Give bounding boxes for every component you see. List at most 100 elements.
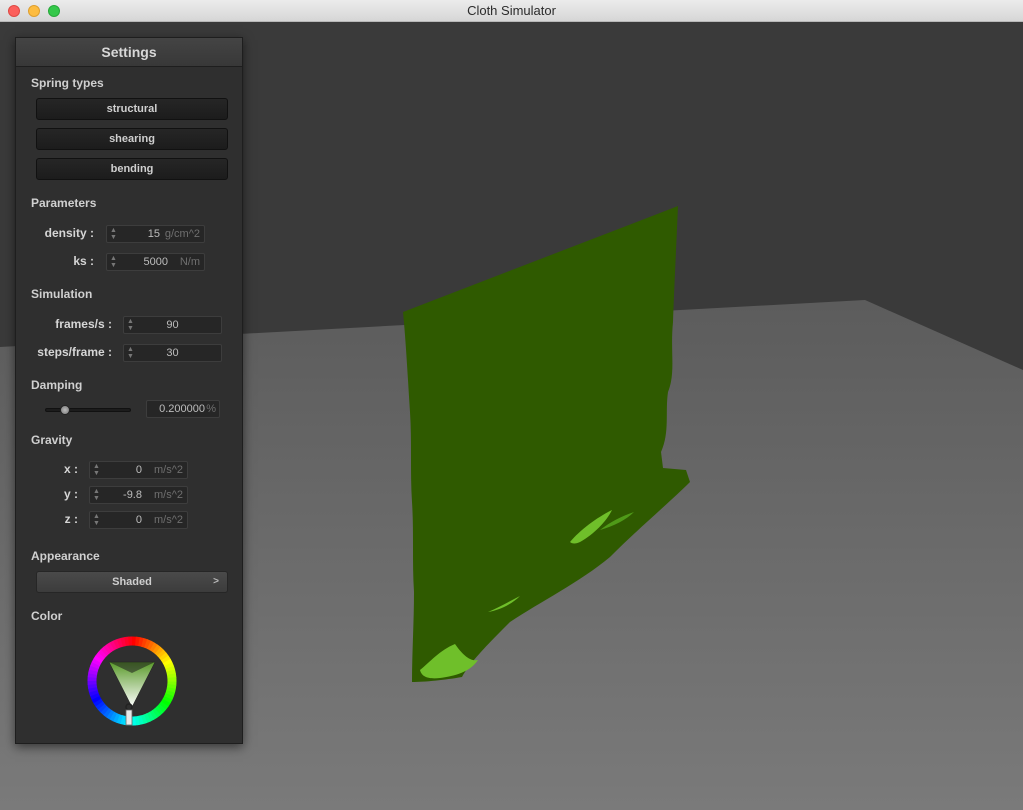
hue-segment[interactable] — [158, 701, 169, 711]
gravity-y-input[interactable]: ▲ ▼ -9.8 m/s^2 — [89, 486, 188, 504]
hue-segment[interactable] — [159, 652, 169, 662]
hue-segment[interactable] — [97, 703, 107, 713]
hue-segment[interactable] — [154, 646, 164, 657]
shearing-button[interactable]: shearing — [36, 128, 228, 150]
gravity-z-input[interactable]: ▲ ▼ 0 m/s^2 — [89, 511, 188, 529]
hue-segment[interactable] — [166, 687, 176, 694]
panel-title[interactable]: Settings — [16, 38, 242, 67]
gravity-x-unit: m/s^2 — [154, 464, 183, 476]
hue-segment[interactable] — [135, 636, 141, 647]
hue-segment[interactable] — [116, 637, 124, 648]
hue-segment[interactable] — [93, 655, 104, 664]
gravity-y-label: y : — [63, 487, 78, 501]
hue-segment[interactable] — [89, 692, 100, 700]
hue-segment[interactable] — [95, 651, 106, 661]
hue-segment[interactable] — [140, 714, 148, 725]
ks-label: ks : — [73, 254, 94, 268]
hue-segment[interactable] — [100, 646, 110, 656]
hue-segment[interactable] — [88, 668, 98, 675]
damping-slider-knob[interactable] — [60, 405, 70, 415]
gravity-heading: Gravity — [31, 433, 73, 447]
hue-segment[interactable] — [106, 709, 115, 720]
color-heading: Color — [31, 609, 63, 623]
gravity-z-spinner-icon[interactable]: ▲ ▼ — [93, 513, 100, 527]
hue-segment[interactable] — [141, 638, 148, 648]
damping-unit: % — [206, 403, 216, 415]
hue-segment[interactable] — [113, 638, 121, 649]
hue-segment[interactable] — [95, 700, 105, 710]
damping-input[interactable]: 0.200000 % — [146, 400, 220, 418]
hue-segment[interactable] — [87, 672, 98, 678]
hue-segment[interactable] — [102, 707, 112, 718]
density-label: density : — [44, 226, 94, 240]
hue-segment[interactable] — [97, 649, 108, 659]
bending-button[interactable]: bending — [36, 158, 228, 180]
structural-button[interactable]: structural — [36, 98, 228, 120]
hue-segment[interactable] — [162, 658, 173, 667]
gravity-x-value: 0 — [135, 464, 142, 476]
appearance-heading: Appearance — [31, 549, 100, 563]
hue-segment[interactable] — [90, 661, 101, 669]
hue-handle[interactable] — [125, 709, 133, 726]
gravity-z-label: z : — [64, 512, 78, 526]
hue-segment[interactable] — [103, 644, 113, 654]
hue-segment[interactable] — [163, 693, 174, 701]
hue-segment[interactable] — [161, 655, 171, 664]
hue-segment[interactable] — [165, 665, 176, 673]
spring-types-heading: Spring types — [31, 76, 104, 90]
hue-segment[interactable] — [156, 703, 167, 713]
hue-segment[interactable] — [119, 715, 126, 725]
hue-segment[interactable] — [146, 711, 155, 722]
hue-segment[interactable] — [166, 669, 176, 676]
hue-segment[interactable] — [160, 698, 171, 707]
chevron-right-icon: > — [213, 576, 219, 587]
hue-segment[interactable] — [112, 712, 120, 723]
hue-segment[interactable] — [165, 690, 175, 697]
hue-segment[interactable] — [109, 711, 118, 722]
color-wheel[interactable] — [86, 635, 178, 727]
gravity-y-value: -9.8 — [123, 489, 142, 501]
hue-segment[interactable] — [164, 662, 175, 670]
density-spinner-icon[interactable]: ▲ ▼ — [110, 227, 117, 241]
steps-per-frame-input[interactable]: ▲ ▼ 30 — [123, 344, 222, 362]
hue-segment[interactable] — [109, 640, 118, 651]
damping-heading: Damping — [31, 378, 83, 392]
hue-segment[interactable] — [91, 658, 102, 667]
hue-segment[interactable] — [100, 705, 110, 716]
damping-slider[interactable] — [45, 405, 131, 415]
hue-segment[interactable] — [162, 695, 173, 704]
gravity-z-value: 0 — [135, 514, 142, 526]
hue-segment[interactable] — [146, 640, 155, 651]
gravity-x-input[interactable]: ▲ ▼ 0 m/s^2 — [89, 461, 188, 479]
hue-segment[interactable] — [93, 698, 103, 707]
settings-panel: Settings Spring types structural shearin… — [15, 37, 243, 744]
hue-segment[interactable] — [138, 637, 145, 647]
hue-segment[interactable] — [157, 649, 167, 659]
window-title: Cloth Simulator — [467, 3, 556, 18]
hue-segment[interactable] — [152, 644, 162, 655]
title-bar: Cloth Simulator — [0, 0, 1023, 22]
hue-segment[interactable] — [137, 715, 144, 725]
ks-input[interactable]: ▲ ▼ 5000 N/m — [106, 253, 205, 271]
hue-segment[interactable] — [151, 708, 161, 718]
hue-segment[interactable] — [154, 706, 164, 716]
hue-segment[interactable] — [106, 642, 115, 652]
appearance-dropdown[interactable]: Shaded > — [36, 571, 228, 593]
hue-segment[interactable] — [144, 639, 152, 650]
hue-segment[interactable] — [143, 713, 151, 724]
gravity-y-spinner-icon[interactable]: ▲ ▼ — [93, 488, 100, 502]
steps-per-frame-value: 30 — [166, 347, 179, 359]
hue-segment[interactable] — [88, 686, 98, 693]
hue-segment[interactable] — [88, 689, 99, 697]
hue-segment[interactable] — [166, 684, 177, 690]
hue-segment[interactable] — [149, 710, 158, 720]
hue-segment[interactable] — [120, 637, 127, 647]
hue-segment[interactable] — [116, 714, 123, 724]
hue-segment[interactable] — [149, 642, 158, 653]
hue-segment[interactable] — [91, 695, 102, 704]
hue-segment[interactable] — [89, 665, 99, 672]
ks-spinner-icon[interactable]: ▲ ▼ — [110, 255, 117, 269]
gravity-x-spinner-icon[interactable]: ▲ ▼ — [93, 463, 100, 477]
frames-per-second-input[interactable]: ▲ ▼ 90 — [123, 316, 222, 334]
density-input[interactable]: ▲ ▼ 15 g/cm^2 — [106, 225, 205, 243]
